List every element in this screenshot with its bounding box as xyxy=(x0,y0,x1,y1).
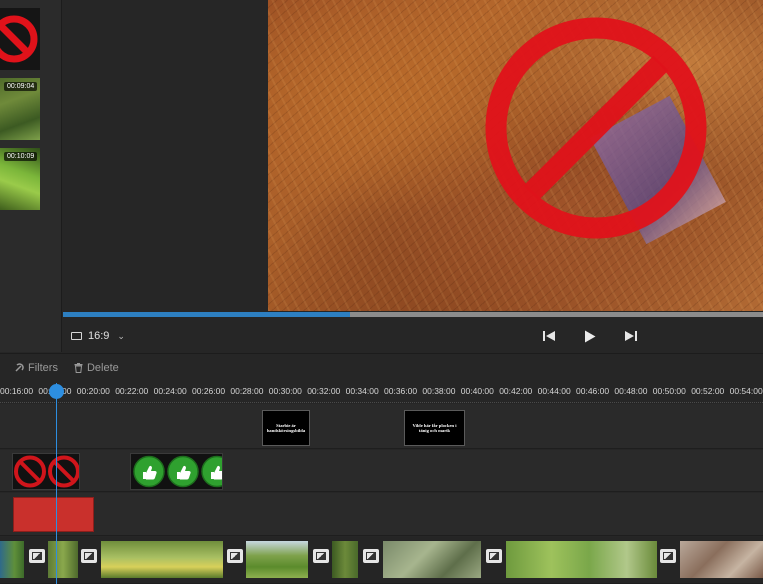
playback-progress-fill xyxy=(63,312,350,317)
aspect-ratio-label: 16:9 xyxy=(88,330,110,342)
ruler-tick-label: 00:44:00 xyxy=(537,386,571,396)
ruler-tick-label: 00:46:00 xyxy=(576,386,610,396)
skip-forward-icon xyxy=(625,331,637,341)
ruler-tick-label: 00:34:00 xyxy=(345,386,379,396)
delete-label: Delete xyxy=(86,361,119,374)
overlay-clip-no-sign[interactable] xyxy=(12,453,80,490)
video-clip[interactable] xyxy=(680,541,763,578)
filter-icon xyxy=(15,362,24,372)
video-clip[interactable] xyxy=(506,541,657,578)
playhead-line[interactable] xyxy=(56,383,57,584)
thumbnail-duration: 00:09:04 xyxy=(4,82,38,91)
ruler-tick-label: 00:36:00 xyxy=(384,386,418,396)
timeline-track-overlays xyxy=(0,450,763,492)
transition-icon[interactable] xyxy=(486,549,502,563)
media-thumbnail-no-sign[interactable] xyxy=(0,8,40,70)
color-clip-red[interactable] xyxy=(13,497,94,532)
ruler-tick-label: 00:26:00 xyxy=(192,386,226,396)
video-clip[interactable] xyxy=(48,541,78,578)
timeline-track-color xyxy=(0,493,763,536)
delete-button[interactable]: Delete xyxy=(74,362,119,374)
media-bin: 00:09:04 00:10:09 xyxy=(0,0,62,352)
no-sign-overlay-icon xyxy=(485,17,707,239)
play-button[interactable] xyxy=(581,327,599,345)
thumbs-up-icon xyxy=(133,455,222,488)
video-clip[interactable] xyxy=(0,541,24,578)
play-icon xyxy=(585,330,596,342)
skip-back-button[interactable] xyxy=(540,327,558,345)
overlay-clip-thumbs-up[interactable] xyxy=(130,453,223,490)
aspect-ratio-selector[interactable]: 16:9 ⌄ xyxy=(71,328,125,344)
timeline-track-titles: Starbie är handskörsingsbilda Vilde här … xyxy=(0,404,763,449)
ruler-tick-label: 00:16:00 xyxy=(0,386,34,396)
ruler-tick-label: 00:54:00 xyxy=(729,386,763,396)
transition-icon[interactable] xyxy=(81,549,97,563)
video-clip[interactable] xyxy=(101,541,223,578)
ruler-tick-label: 00:22:00 xyxy=(115,386,149,396)
title-clip-text: Starbie är handskörsingsbilda xyxy=(266,422,306,433)
ruler-tick-label: 00:48:00 xyxy=(614,386,648,396)
video-clip[interactable] xyxy=(383,541,481,578)
aspect-ratio-icon xyxy=(71,332,82,340)
filters-label: Filters xyxy=(28,361,58,374)
skip-forward-button[interactable] xyxy=(622,327,640,345)
playhead-handle[interactable] xyxy=(49,384,64,399)
transition-icon[interactable] xyxy=(660,549,676,563)
ruler-tick-label: 00:38:00 xyxy=(422,386,456,396)
thumbnail-duration: 00:10:09 xyxy=(4,152,38,161)
skip-back-icon xyxy=(543,331,555,341)
no-sign-icon xyxy=(0,15,38,63)
timeline-track-video xyxy=(0,537,763,584)
ruler-tick-label: 00:32:00 xyxy=(307,386,341,396)
transition-icon[interactable] xyxy=(227,549,243,563)
transition-icon[interactable] xyxy=(29,549,45,563)
trash-icon xyxy=(74,362,83,373)
chevron-down-icon: ⌄ xyxy=(117,330,125,341)
video-clip[interactable] xyxy=(332,541,358,578)
transition-icon[interactable] xyxy=(313,549,329,563)
media-thumbnail-grass-2[interactable]: 00:10:09 xyxy=(0,148,40,210)
filters-button[interactable]: Filters xyxy=(14,362,58,374)
title-clip[interactable]: Starbie är handskörsingsbilda xyxy=(262,410,310,446)
viewer-pane: 16:9 ⌄ xyxy=(63,0,763,352)
timeline-ruler[interactable]: 00:16:0000:18:0000:20:0000:22:0000:24:00… xyxy=(0,381,763,403)
playback-progress-bar[interactable] xyxy=(63,312,763,317)
ruler-tick-label: 00:30:00 xyxy=(268,386,302,396)
ruler-tick-label: 00:50:00 xyxy=(652,386,686,396)
title-clip-text: Vilde här får plocken i tänig och marik xyxy=(412,422,457,433)
no-sign-icon xyxy=(14,455,79,488)
title-clip[interactable]: Vilde här får plocken i tänig och marik xyxy=(404,410,465,446)
ruler-tick-label: 00:42:00 xyxy=(499,386,533,396)
ruler-tick-label: 00:24:00 xyxy=(153,386,187,396)
ruler-tick-label: 00:28:00 xyxy=(230,386,264,396)
video-preview[interactable] xyxy=(268,0,763,311)
ruler-tick-label: 00:52:00 xyxy=(691,386,725,396)
timeline-toolbar: Filters Delete xyxy=(0,353,763,381)
ruler-tick-label: 00:40:00 xyxy=(460,386,494,396)
transport-controls xyxy=(540,327,640,345)
transition-icon[interactable] xyxy=(363,549,379,563)
ruler-tick-label: 00:20:00 xyxy=(76,386,110,396)
media-thumbnail-grass-1[interactable]: 00:09:04 xyxy=(0,78,40,140)
video-clip[interactable] xyxy=(246,541,308,578)
